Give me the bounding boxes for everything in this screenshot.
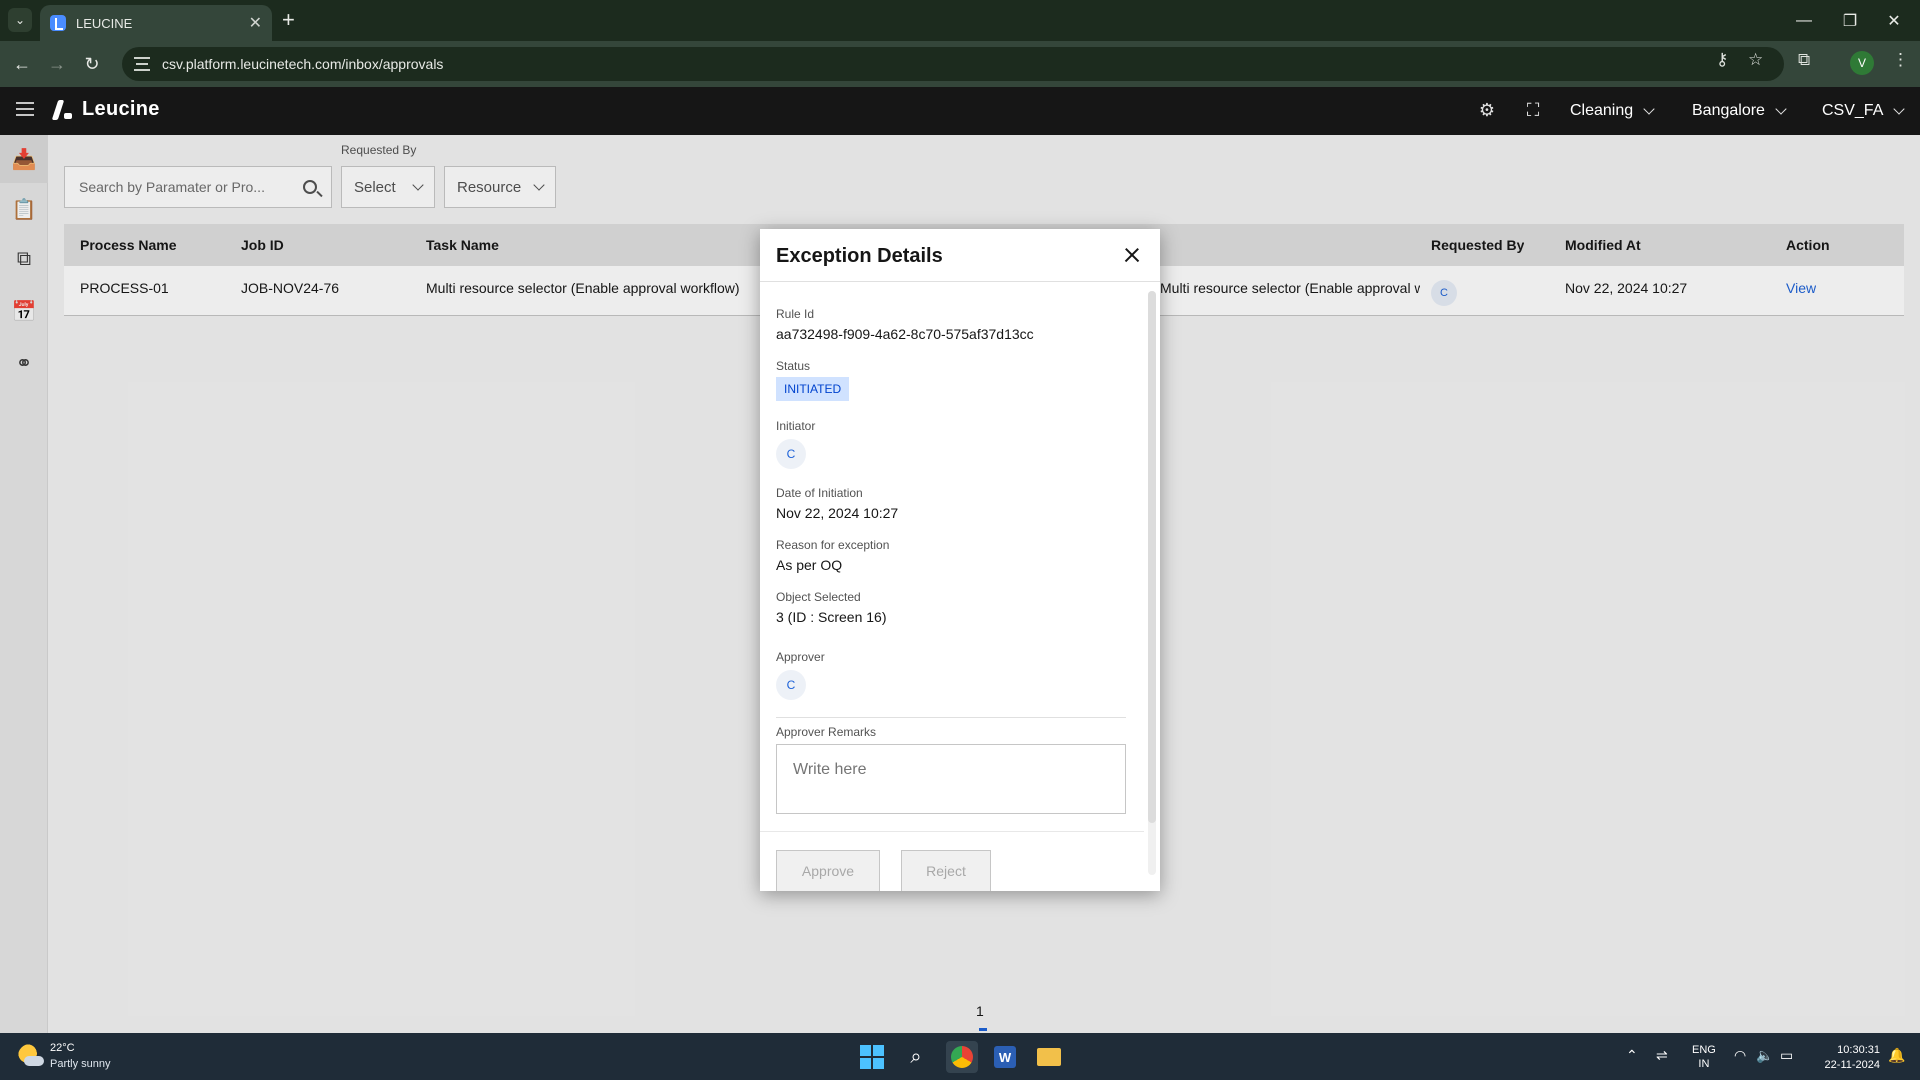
partly-sunny-icon[interactable] — [18, 1044, 44, 1068]
browser-tab[interactable]: LEUCINE ✕ — [40, 5, 272, 41]
reason-value: As per OQ — [776, 557, 843, 573]
browser-tab-bar: ⌄ LEUCINE ✕ + — ❐ ✕ — [0, 0, 1920, 41]
leucine-logo[interactable]: Leucine — [52, 98, 160, 121]
file-explorer-icon[interactable] — [1033, 1041, 1065, 1073]
extensions-puzzle-icon[interactable]: ⧉ — [1798, 50, 1810, 70]
user-dropdown[interactable]: CSV_FA — [1822, 87, 1906, 135]
modal-body: Rule Id aa732498-f909-4a62-8c70-575af37d… — [760, 283, 1160, 891]
weather-description: Partly sunny — [50, 1058, 111, 1070]
window-close-icon[interactable]: ✕ — [1866, 0, 1920, 41]
status-label: Status — [776, 359, 811, 373]
object-selected-label: Object Selected — [776, 590, 861, 604]
clock-date: 22-11-2024 — [1824, 1059, 1880, 1071]
back-arrow-icon[interactable]: ← — [8, 50, 36, 78]
facility-label: Bangalore — [1692, 102, 1765, 119]
object-selected-value: 3 (ID : Screen 16) — [776, 609, 887, 625]
approver-label: Approver — [776, 650, 825, 664]
close-icon[interactable] — [1120, 243, 1144, 267]
date-of-initiation-label: Date of Initiation — [776, 486, 863, 500]
new-tab-plus-icon[interactable]: + — [282, 8, 295, 32]
tab-list-chevron-icon[interactable]: ⌄ — [8, 8, 32, 32]
rule-id-label: Rule Id — [776, 307, 815, 321]
windows-taskbar: 22°C Partly sunny ⌕ W ⌃ ⇌ ENG IN ◠ 🔈 ▭ 1… — [0, 1033, 1920, 1080]
weather-temperature: 22°C — [50, 1042, 75, 1054]
notification-toggle-icon[interactable]: ⇌ — [1656, 1047, 1668, 1064]
url-text: csv.platform.leucinetech.com/inbox/appro… — [162, 56, 444, 72]
approver-remarks-input[interactable] — [776, 744, 1126, 814]
language-code: ENG — [1692, 1044, 1716, 1056]
date-of-initiation-value: Nov 22, 2024 10:27 — [776, 505, 899, 521]
reload-icon[interactable]: ↻ — [78, 50, 106, 78]
leucine-favicon-icon — [50, 15, 66, 31]
chevron-down-icon — [1643, 103, 1655, 115]
brand-name: Leucine — [82, 98, 160, 120]
modal-header: Exception Details — [760, 229, 1160, 282]
facility-dropdown[interactable]: Bangalore — [1692, 87, 1787, 135]
initiator-avatar[interactable]: C — [776, 439, 806, 469]
tab-title: LEUCINE — [76, 15, 133, 31]
use-case-label: Cleaning — [1570, 102, 1634, 119]
scrollbar-thumb[interactable] — [1148, 291, 1156, 823]
chevron-down-icon — [1893, 103, 1906, 115]
address-bar[interactable]: csv.platform.leucinetech.com/inbox/appro… — [122, 47, 1784, 81]
gear-icon[interactable]: ⚙ — [1476, 99, 1498, 121]
use-case-dropdown[interactable]: Cleaning — [1570, 87, 1655, 135]
windows-start-icon[interactable] — [856, 1041, 888, 1073]
rule-id-value: aa732498-f909-4a62-8c70-575af37d13cc — [776, 326, 1034, 342]
tab-close-icon[interactable]: ✕ — [249, 13, 262, 33]
modal-title: Exception Details — [776, 245, 943, 267]
approver-avatar[interactable]: C — [776, 670, 806, 700]
battery-icon[interactable]: ▭ — [1780, 1047, 1793, 1064]
clock-time: 10:30:31 — [1837, 1044, 1880, 1056]
chevron-up-icon[interactable]: ⌃ — [1626, 1047, 1638, 1064]
browser-menu-icon[interactable]: ⋮ — [1892, 50, 1909, 70]
hamburger-menu-icon[interactable] — [16, 102, 34, 116]
initiator-label: Initiator — [776, 419, 816, 433]
chrome-icon[interactable] — [946, 1041, 978, 1073]
divider — [776, 717, 1126, 718]
user-label: CSV_FA — [1822, 102, 1884, 119]
scan-icon[interactable]: ⛶ — [1522, 99, 1544, 121]
system-clock[interactable]: 10:30:31 22-11-2024 — [1825, 1043, 1880, 1073]
approver-remarks-label: Approver Remarks — [776, 725, 877, 739]
password-key-icon[interactable]: ⚷ — [1716, 50, 1728, 70]
approve-button[interactable]: Approve — [776, 850, 880, 891]
bookmark-star-icon[interactable]: ☆ — [1748, 50, 1763, 70]
site-info-icon[interactable] — [134, 57, 150, 71]
status-badge: INITIATED — [776, 377, 850, 401]
search-icon[interactable]: ⌕ — [900, 1041, 932, 1073]
wifi-icon[interactable]: ◠ — [1734, 1047, 1746, 1064]
exception-details-modal: Exception Details Rule Id aa732498-f909-… — [760, 229, 1160, 891]
reject-button[interactable]: Reject — [901, 850, 991, 891]
chevron-down-icon — [1775, 103, 1787, 115]
word-icon[interactable]: W — [989, 1041, 1021, 1073]
browser-toolbar: ← → ↻ csv.platform.leucinetech.com/inbox… — [0, 41, 1920, 87]
language-indicator[interactable]: ENG IN — [1692, 1043, 1716, 1071]
notifications-bell-icon[interactable]: 🔔 — [1888, 1047, 1905, 1064]
leucine-logo-icon — [52, 99, 74, 121]
language-region: IN — [1698, 1058, 1710, 1070]
profile-avatar[interactable]: V — [1850, 51, 1874, 75]
volume-icon[interactable]: 🔈 — [1756, 1047, 1773, 1064]
forward-arrow-icon[interactable]: → — [43, 50, 71, 78]
reason-label: Reason for exception — [776, 538, 890, 552]
footer-divider — [760, 831, 1144, 832]
